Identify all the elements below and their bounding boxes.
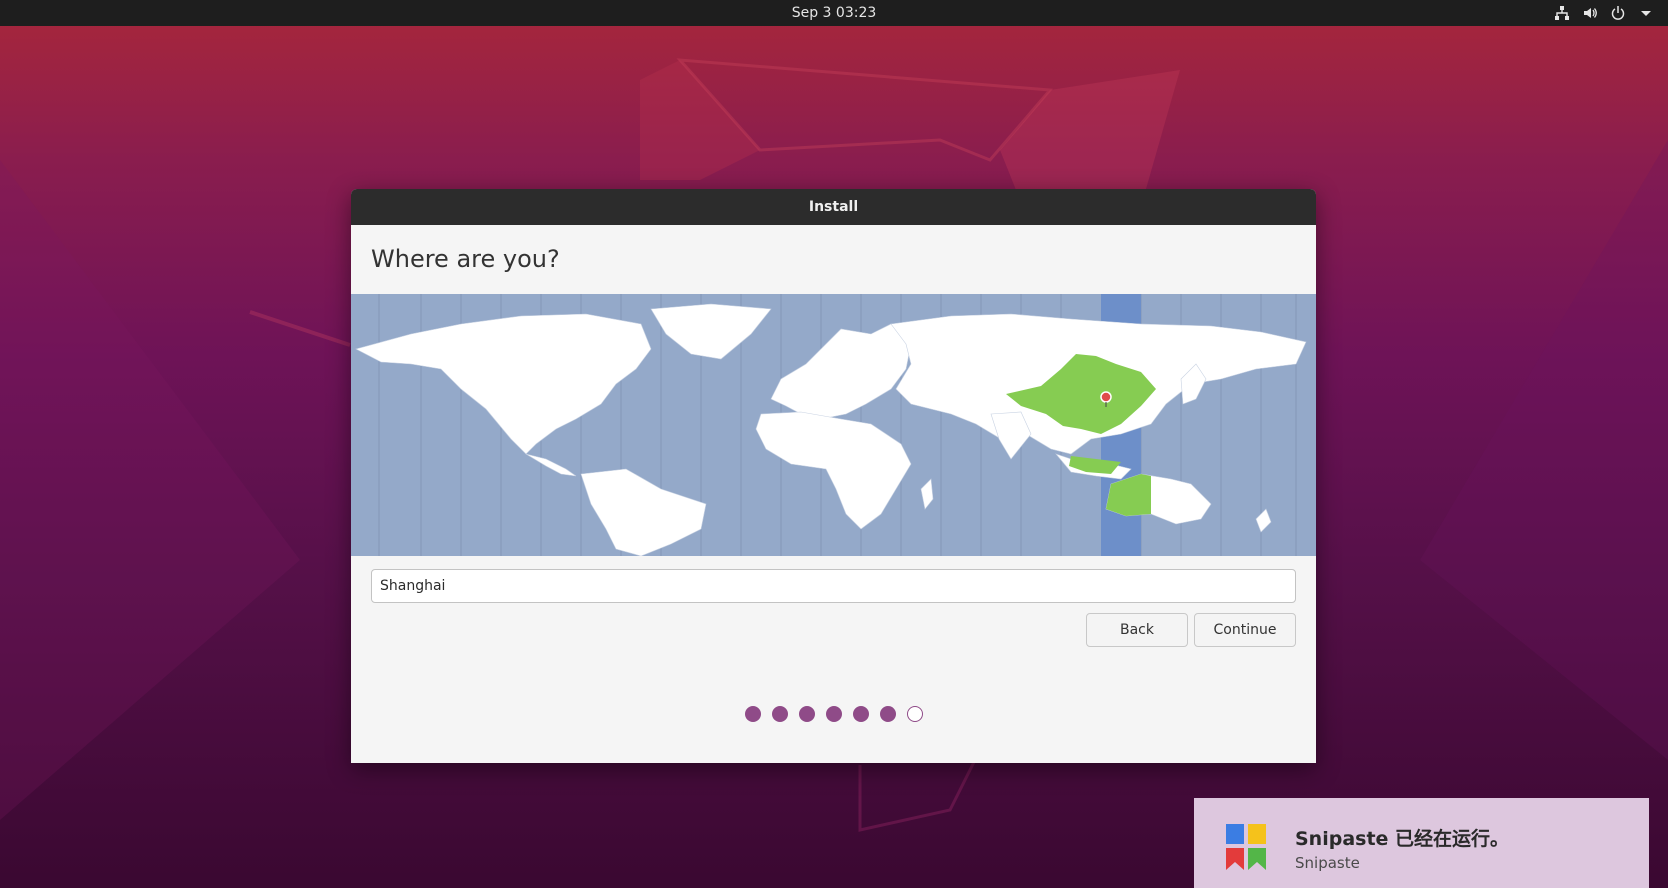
chevron-down-icon[interactable] <box>1638 5 1654 21</box>
volume-icon[interactable] <box>1582 5 1598 21</box>
notification-app-name: Snipaste <box>1295 854 1360 872</box>
progress-dot <box>798 706 815 722</box>
progress-dot <box>744 706 761 722</box>
timezone-input[interactable] <box>371 569 1296 603</box>
progress-dot <box>825 706 842 722</box>
install-window: Install Where are you? Shanghai Back Con… <box>351 189 1316 763</box>
progress-dot <box>852 706 869 722</box>
page-title: Where are you? <box>371 245 560 273</box>
system-tray[interactable] <box>1554 0 1654 26</box>
timezone-map[interactable] <box>351 294 1316 556</box>
snipaste-logo-icon <box>1226 824 1266 870</box>
progress-dots <box>351 706 1316 722</box>
power-icon[interactable] <box>1610 5 1626 21</box>
continue-button[interactable]: Continue <box>1194 613 1296 647</box>
progress-dot <box>906 706 923 722</box>
top-bar: Sep 3 03:23 <box>0 0 1668 26</box>
network-icon[interactable] <box>1554 5 1570 21</box>
notification-popup[interactable]: Snipaste 已经在运行。 Snipaste <box>1194 798 1649 888</box>
notification-title: Snipaste 已经在运行。 <box>1295 828 1510 850</box>
back-button[interactable]: Back <box>1086 613 1188 647</box>
progress-dot <box>771 706 788 722</box>
progress-dot <box>879 706 896 722</box>
clock[interactable]: Sep 3 03:23 <box>0 0 1668 26</box>
window-title: Install <box>351 189 1316 225</box>
